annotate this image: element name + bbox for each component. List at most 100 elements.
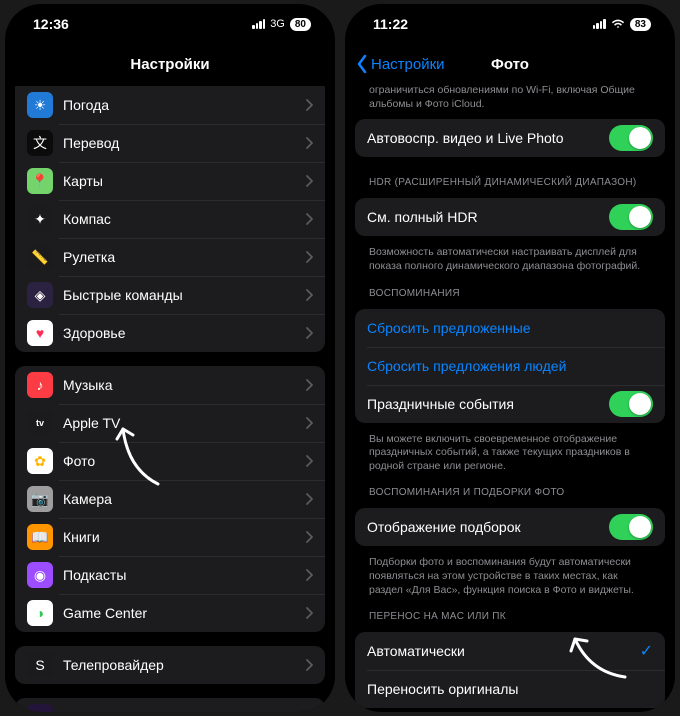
row-label: Музыка [63,377,305,393]
back-label: Настройки [371,56,445,73]
settings-row[interactable]: ✦Компас [15,200,325,238]
settings-row[interactable]: 📏 Рулетка [15,238,325,276]
settings-row[interactable]: 📷 Камера [15,480,325,518]
memories-section-header: ВОСПОМИНАНИЯ [355,274,665,303]
app-icon: ◑ [27,600,53,626]
app-icon: 📍 [27,168,53,194]
app-icon: tv [27,410,53,436]
page-title: Настройки [130,56,209,73]
app-icon: ◉ [27,562,53,588]
cellular-signal-icon [252,19,265,29]
reset-suggested-row[interactable]: Сбросить предложенные [355,309,665,347]
autoplay-row[interactable]: Автовоспр. видео и Live Photo [355,119,665,157]
chevron-right-icon [305,417,313,429]
row-label: Рулетка [63,249,305,265]
full-hdr-row[interactable]: См. полный HDR [355,198,665,236]
chevron-right-icon [305,137,313,149]
full-hdr-toggle[interactable] [609,204,653,230]
chevron-right-icon [305,327,313,339]
battery-level: 83 [630,18,651,31]
row-label: Погода [63,97,305,113]
row-label: Здоровье [63,325,305,341]
row-label: Телепровайдер [63,657,305,673]
chevron-left-icon [355,54,369,74]
featured-toggle[interactable] [609,514,653,540]
featured-section-header: ВОСПОМИНАНИЯ И ПОДБОРКИ ФОТО [355,473,665,502]
app-icon: ♪ [27,372,53,398]
chevron-right-icon [305,659,313,671]
holiday-events-row[interactable]: Праздничные события [355,385,665,423]
reset-suggested-label: Сбросить предложенные [367,320,653,336]
row-label: Перевод [63,135,305,151]
settings-row[interactable]: tv Apple TV [15,404,325,442]
status-bar: 11:22 83 [345,4,675,44]
autoplay-toggle[interactable] [609,125,653,151]
chevron-right-icon [305,607,313,619]
settings-row[interactable]: 📖Книги [15,518,325,556]
holiday-events-toggle[interactable] [609,391,653,417]
chevron-right-icon [305,213,313,225]
settings-list[interactable]: ☀ Погода 文Перевод 📍 Карты ✦Компас 📏 Рулетка ◈Быс… [5,84,335,712]
battery-level: 80 [290,18,311,31]
network-type: 3G [270,18,285,30]
nav-bar: Настройки Фото [345,44,675,84]
settings-row[interactable]: 文Перевод [15,124,325,162]
cellular-signal-icon [593,19,606,29]
transfer-auto-label: Автоматически [367,643,640,659]
row-label: Компас [63,211,305,227]
settings-row[interactable]: ♥ Здоровье [15,314,325,352]
settings-row[interactable]: ✿ Фото [15,442,325,480]
app-icon: ☀ [27,92,53,118]
checkmark-icon: ✓ [640,641,653,661]
memories-section-footer: Вы можете включить своевременное отображ… [355,429,665,474]
chevron-right-icon [305,569,313,581]
back-button[interactable]: Настройки [355,54,445,74]
settings-row[interactable]: 1 1.1.1.1 [15,698,325,712]
chevron-right-icon [305,251,313,263]
transfer-section-header: ПЕРЕНОС НА MAC ИЛИ ПК [355,597,665,626]
app-icon: 📏 [27,244,53,270]
row-label: Game Center [63,605,305,621]
row-label: Камера [63,491,305,507]
page-title: Фото [491,56,529,73]
row-label: Карты [63,173,305,189]
transfer-originals-row[interactable]: Переносить оригиналы [355,670,665,708]
clock: 12:36 [33,16,69,32]
featured-row[interactable]: Отображение подборок [355,508,665,546]
settings-row[interactable]: ◑ Game Center [15,594,325,632]
transfer-auto-row[interactable]: Автоматически ✓ [355,632,665,670]
reset-people-label: Сбросить предложения людей [367,358,653,374]
reset-people-row[interactable]: Сбросить предложения людей [355,347,665,385]
chevron-right-icon [305,175,313,187]
chevron-right-icon [305,711,313,712]
chevron-right-icon [305,531,313,543]
photos-settings-list[interactable]: ограничиться обновлениями по Wi-Fi, вклю… [345,84,675,712]
app-icon: ✿ [27,448,53,474]
row-label: Подкасты [63,567,305,583]
row-label: Фото [63,453,305,469]
app-icon: 📷 [27,486,53,512]
settings-row[interactable]: S Телепровайдер [15,646,325,684]
chevron-right-icon [305,455,313,467]
hdr-section-header: HDR (РАСШИРЕННЫЙ ДИНАМИЧЕСКИЙ ДИАПАЗОН) [355,163,665,192]
settings-row[interactable]: ☀ Погода [15,86,325,124]
row-label: 1.1.1.1 [63,709,305,712]
settings-row[interactable]: ◉ Подкасты [15,556,325,594]
settings-screen: 12:36 3G 80 Настройки ☀ Погода 文Перевод 📍 Ка… [5,4,335,712]
chevron-right-icon [305,289,313,301]
transfer-originals-label: Переносить оригиналы [367,681,653,697]
app-icon: ◈ [27,282,53,308]
full-hdr-label: См. полный HDR [367,209,609,225]
chevron-right-icon [305,99,313,111]
settings-row[interactable]: ♪ Музыка [15,366,325,404]
nav-bar: Настройки [5,44,335,84]
settings-row[interactable]: 📍 Карты [15,162,325,200]
row-label: Apple TV [63,415,305,431]
app-icon: 1 [27,704,53,712]
app-icon: ♥ [27,320,53,346]
row-label: Книги [63,529,305,545]
app-icon: S [27,652,53,678]
settings-row[interactable]: ◈Быстрые команды [15,276,325,314]
chevron-right-icon [305,379,313,391]
status-bar: 12:36 3G 80 [5,4,335,44]
